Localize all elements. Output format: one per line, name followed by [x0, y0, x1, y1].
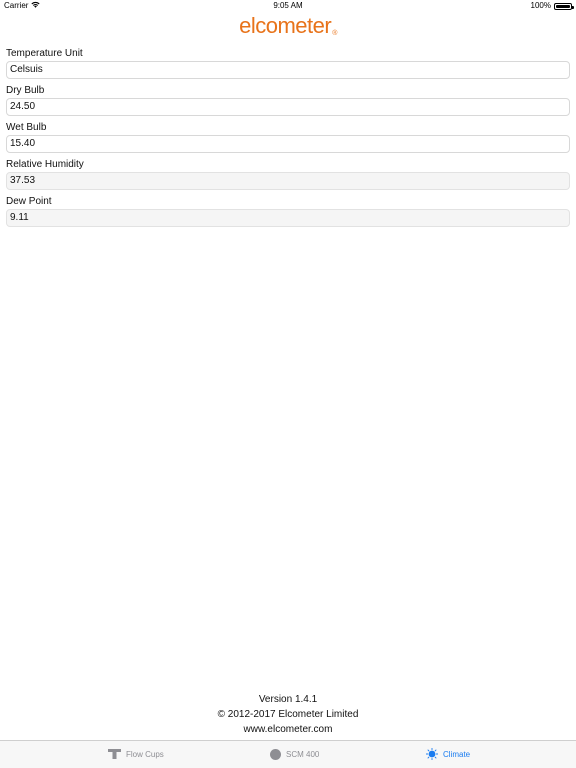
tab-climate[interactable]: Climate — [425, 741, 471, 768]
status-bar: Carrier 9:05 AM 100% — [0, 0, 576, 12]
wet-bulb-field[interactable]: 15.40 — [6, 135, 570, 153]
tab-bar: Flow Cups SCM 400 Climate — [0, 740, 576, 768]
status-right: 100% — [530, 0, 574, 12]
scm-circle-icon — [270, 749, 281, 760]
copyright-text: © 2012-2017 Elcometer Limited — [217, 709, 359, 720]
app-footer: Version 1.4.1 © 2012-2017 Elcometer Limi… — [0, 692, 576, 737]
elcometer-logo: elcometer® — [0, 13, 576, 39]
temperature-unit-field[interactable]: Celsuis — [6, 61, 570, 79]
registered-mark: ® — [332, 30, 337, 37]
battery-icon — [554, 2, 574, 10]
status-time: 9:05 AM — [273, 1, 303, 10]
relative-humidity-field: 37.53 — [6, 172, 570, 190]
relative-humidity-label: Relative Humidity — [6, 159, 84, 170]
dry-bulb-field[interactable]: 24.50 — [6, 98, 570, 116]
wet-bulb-label: Wet Bulb — [6, 122, 47, 133]
tab-scm-400[interactable]: SCM 400 — [270, 741, 319, 768]
version-text: Version 1.4.1 — [258, 694, 318, 705]
dew-point-label: Dew Point — [6, 196, 52, 207]
climate-form: Temperature Unit Celsuis Dry Bulb 24.50 … — [6, 47, 570, 232]
tab-flow-cups-label: Flow Cups — [126, 750, 164, 759]
website-text: www.elcometer.com — [243, 724, 333, 735]
logo-text: elcometer — [239, 13, 332, 38]
flow-cup-icon — [108, 748, 121, 761]
temperature-unit-label: Temperature Unit — [6, 48, 83, 59]
dew-point-field: 9.11 — [6, 209, 570, 227]
battery-percent: 100% — [530, 1, 551, 10]
tab-flow-cups[interactable]: Flow Cups — [108, 741, 164, 768]
tab-climate-label: Climate — [443, 750, 471, 759]
tab-scm-400-label: SCM 400 — [286, 750, 320, 759]
dry-bulb-label: Dry Bulb — [6, 85, 45, 96]
sun-icon — [425, 747, 439, 762]
